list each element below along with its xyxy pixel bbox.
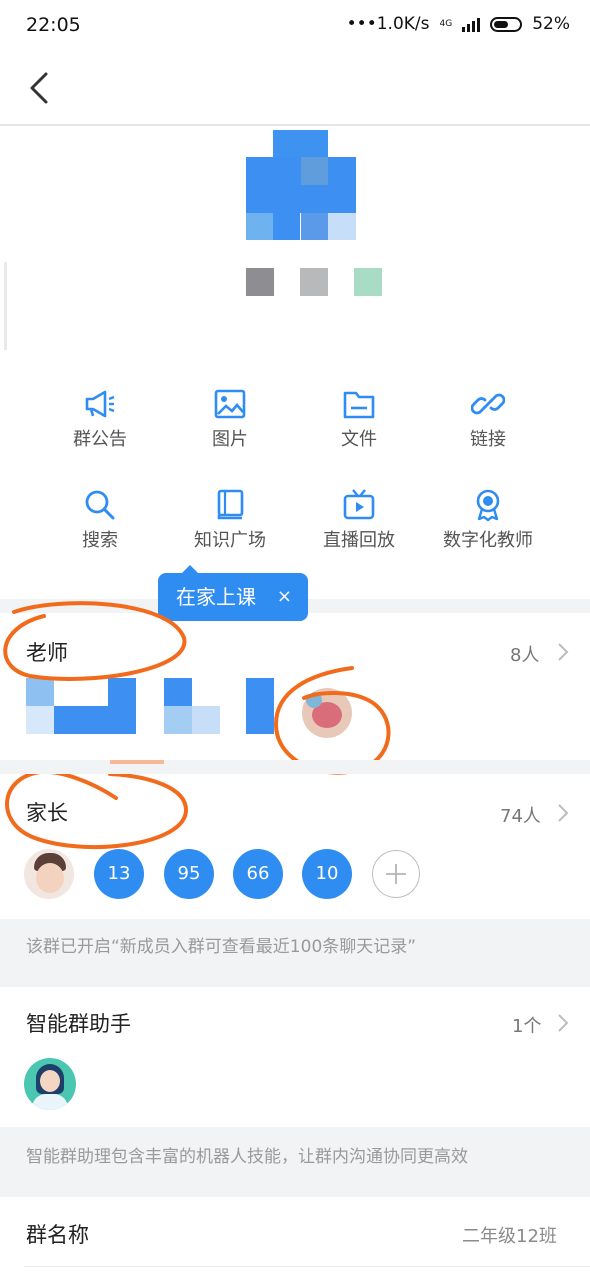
parents-count[interactable]: 74人: [500, 802, 541, 828]
assistant-avatar[interactable]: [24, 1058, 76, 1110]
action-label: 搜索: [82, 530, 118, 551]
group-name-value[interactable]: 二年级12班: [462, 1222, 557, 1248]
assistant-count[interactable]: 1个: [512, 1012, 541, 1038]
assistant-title: 智能群助手: [26, 1012, 131, 1036]
plus-icon: [386, 864, 406, 884]
edge-line: [4, 262, 7, 350]
parent-avatar-number[interactable]: 13: [94, 849, 144, 899]
network-speed: •••1.0K/s: [346, 14, 430, 34]
action-label: 数字化教师: [443, 530, 533, 551]
group-name-blur: [354, 268, 382, 296]
tv-play-icon: [343, 489, 375, 520]
action-label: 直播回放: [323, 530, 395, 551]
action-label: 图片: [212, 429, 248, 450]
action-search[interactable]: 搜索: [40, 488, 160, 558]
parent-avatar-number[interactable]: 95: [164, 849, 214, 899]
parents-title: 家长: [26, 801, 68, 825]
chevron-right-icon[interactable]: [555, 642, 571, 662]
action-links[interactable]: 链接: [428, 387, 548, 457]
group-name-blur: [246, 268, 274, 296]
add-member-button[interactable]: [372, 850, 420, 898]
chevron-right-icon[interactable]: [555, 1013, 571, 1033]
action-label: 知识广场: [194, 530, 266, 551]
row-divider: [24, 1266, 590, 1267]
image-icon: [214, 389, 246, 419]
parent-avatar[interactable]: [24, 849, 74, 899]
megaphone-icon: [85, 390, 115, 418]
history-note: 该群已开启“新成员入群可查看最近100条聊天记录”: [26, 937, 417, 957]
action-digital-teacher[interactable]: 数字化教师: [428, 488, 548, 558]
parent-avatar-number[interactable]: 10: [302, 849, 352, 899]
battery-level: 52%: [532, 14, 570, 34]
action-replay[interactable]: 直播回放: [299, 488, 419, 558]
group-avatar[interactable]: [246, 130, 356, 240]
status-bar: 22:05 •••1.0K/s 4G 52%: [0, 0, 590, 56]
action-announcement[interactable]: 群公告: [40, 387, 160, 457]
signal-icon: [462, 16, 481, 32]
badge-icon: [476, 489, 500, 522]
tooltip-close-icon[interactable]: ×: [277, 573, 292, 621]
search-icon: [85, 490, 115, 520]
annotation-stroke: [110, 760, 164, 764]
chevron-right-icon[interactable]: [555, 803, 571, 823]
action-files[interactable]: 文件: [299, 387, 419, 457]
group-name-label: 群名称: [26, 1223, 89, 1247]
action-knowledge[interactable]: 知识广场: [170, 488, 290, 558]
teachers-count[interactable]: 8人: [510, 641, 539, 667]
section-gap: [0, 760, 590, 774]
link-icon: [471, 393, 505, 415]
status-time: 22:05: [26, 14, 81, 36]
assistant-note: 智能群助理包含丰富的机器人技能，让群内沟通协同更高效: [26, 1147, 468, 1167]
group-name-blur: [300, 268, 328, 296]
back-icon[interactable]: [22, 68, 62, 108]
annotation-circle: [3, 601, 187, 681]
network-type: 4G: [439, 19, 453, 29]
parent-avatar-number[interactable]: 66: [233, 849, 283, 899]
header-divider: [0, 124, 590, 126]
battery-icon: [490, 16, 523, 32]
action-label: 文件: [341, 429, 377, 450]
folder-icon: [343, 391, 375, 419]
action-label: 链接: [470, 429, 506, 450]
book-icon: [217, 489, 244, 520]
action-images[interactable]: 图片: [170, 387, 290, 457]
status-right: •••1.0K/s 4G 52%: [347, 14, 570, 34]
action-label: 群公告: [73, 429, 127, 450]
